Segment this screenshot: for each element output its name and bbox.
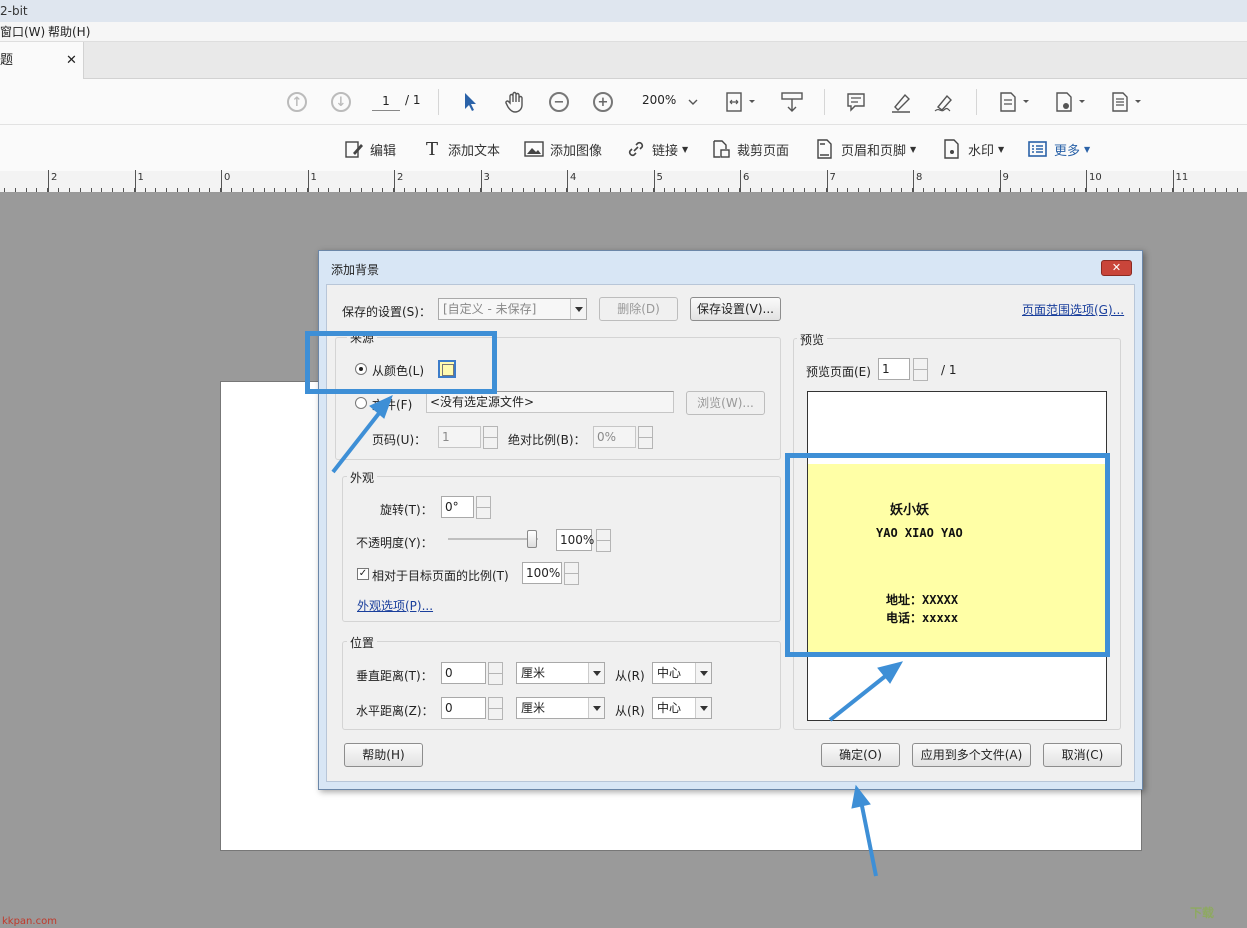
site-watermark: kkpan.com <box>2 916 57 927</box>
arrowhead-ok <box>851 784 871 809</box>
arrow-to-preview <box>828 672 890 722</box>
site-logo-watermark: 下载 <box>1190 906 1215 920</box>
arrowhead-color-source <box>369 395 393 419</box>
annotation-arrows <box>331 395 904 877</box>
arrow-to-ok <box>860 805 878 877</box>
arrow-to-color-source <box>331 410 382 474</box>
